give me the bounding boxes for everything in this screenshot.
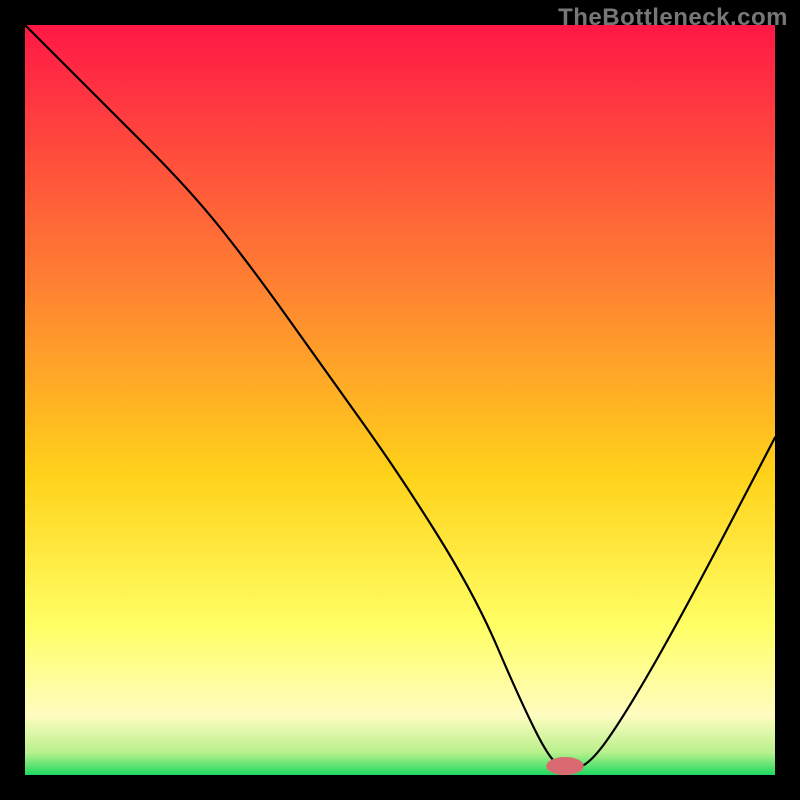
- chart-svg: [25, 25, 775, 775]
- chart-frame: TheBottleneck.com: [0, 0, 800, 800]
- watermark-text: TheBottleneck.com: [558, 4, 788, 32]
- optimal-marker: [546, 757, 584, 775]
- plot-area: [25, 25, 775, 775]
